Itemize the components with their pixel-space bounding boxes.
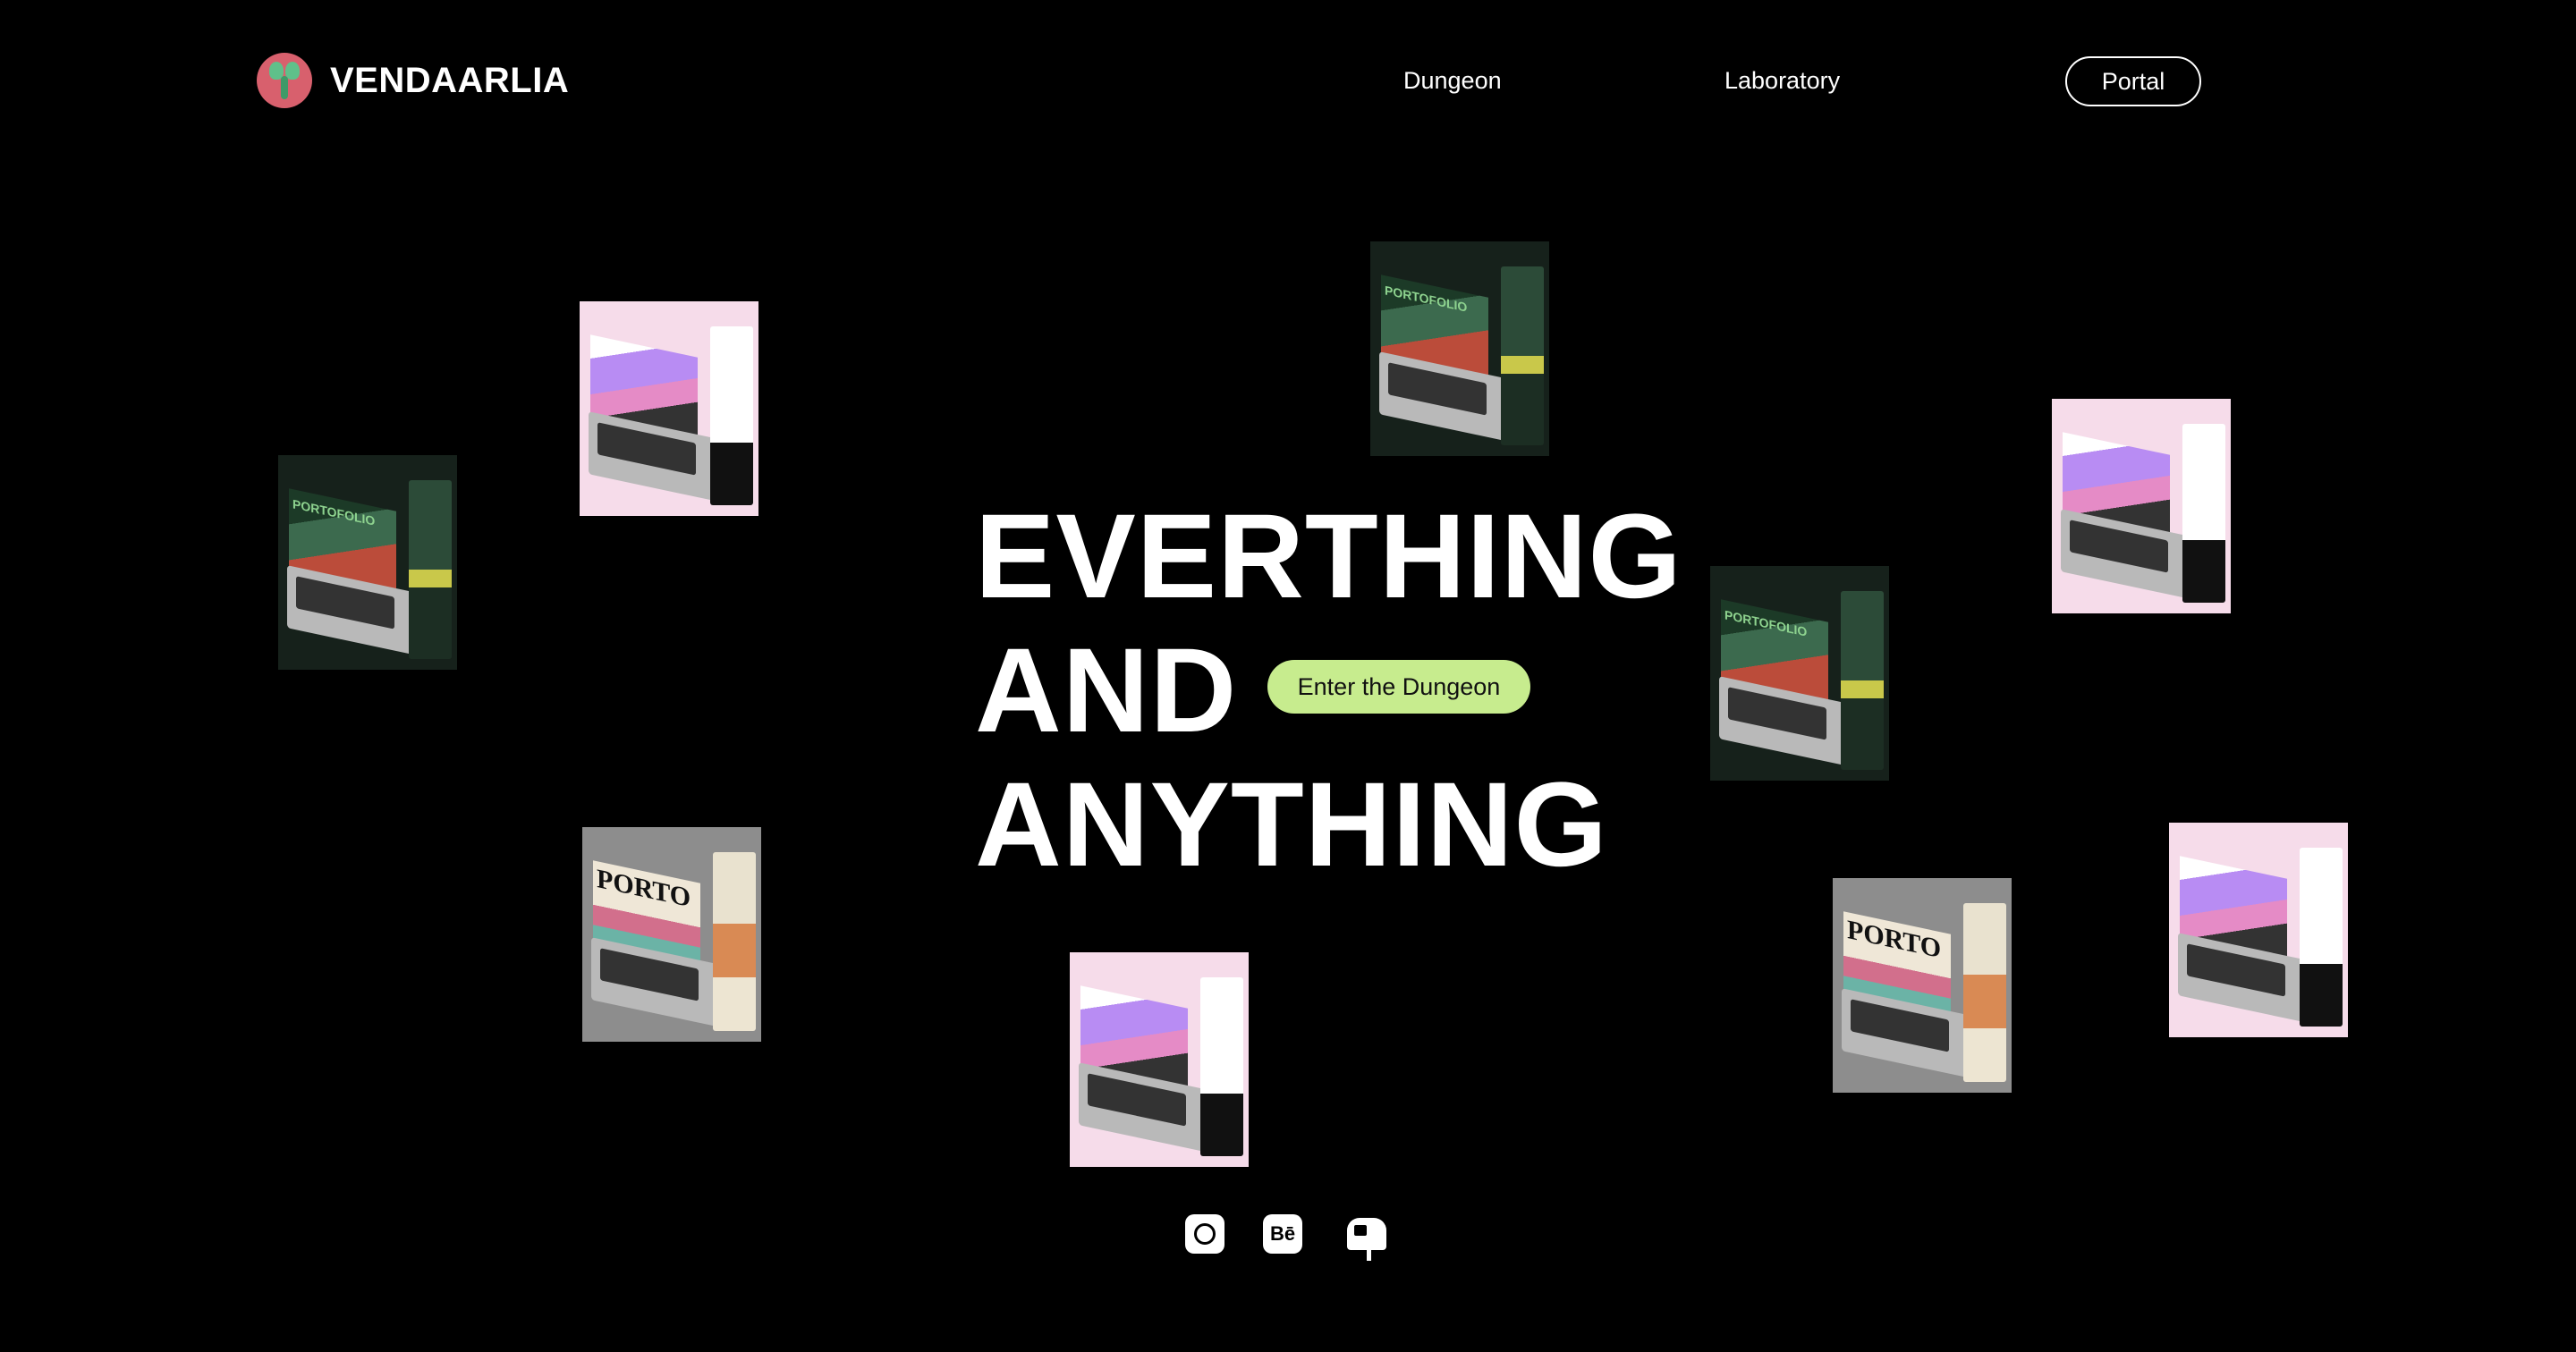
hero-line-1: EVERTHING	[975, 490, 1682, 623]
nav-laboratory-link[interactable]: Laboratory	[1724, 63, 1840, 98]
behance-icon[interactable]: Bē	[1263, 1214, 1302, 1254]
portfolio-thumbnail[interactable]: PORTOFOLIO	[278, 455, 457, 670]
portfolio-thumbnail[interactable]: PORTO	[1833, 878, 2012, 1093]
mailbox-icon[interactable]	[1347, 1214, 1386, 1261]
sprout-logo-icon	[257, 53, 312, 108]
portfolio-thumbnail[interactable]: PORTO	[582, 827, 761, 1042]
nav-dungeon-link[interactable]: Dungeon	[1403, 63, 1502, 98]
portfolio-thumbnail[interactable]: PORTOFOLIO	[1370, 241, 1549, 456]
hero-line-3: ANYTHING	[975, 758, 1608, 891]
portfolio-thumbnail[interactable]	[2169, 823, 2348, 1037]
enter-dungeon-button[interactable]: Enter the Dungeon	[1267, 660, 1530, 714]
portal-button[interactable]: Portal	[2065, 56, 2201, 106]
portfolio-thumbnail[interactable]	[580, 301, 758, 516]
portfolio-thumbnail[interactable]	[1070, 952, 1249, 1167]
instagram-icon[interactable]	[1185, 1214, 1224, 1254]
portfolio-thumbnail[interactable]	[2052, 399, 2231, 613]
brand-name: VENDAARLIA	[330, 60, 570, 100]
brand-logo-link[interactable]: VENDAARLIA	[257, 53, 569, 108]
portfolio-thumbnail[interactable]: PORTOFOLIO	[1710, 566, 1889, 781]
behance-label: Bē	[1269, 1222, 1296, 1245]
